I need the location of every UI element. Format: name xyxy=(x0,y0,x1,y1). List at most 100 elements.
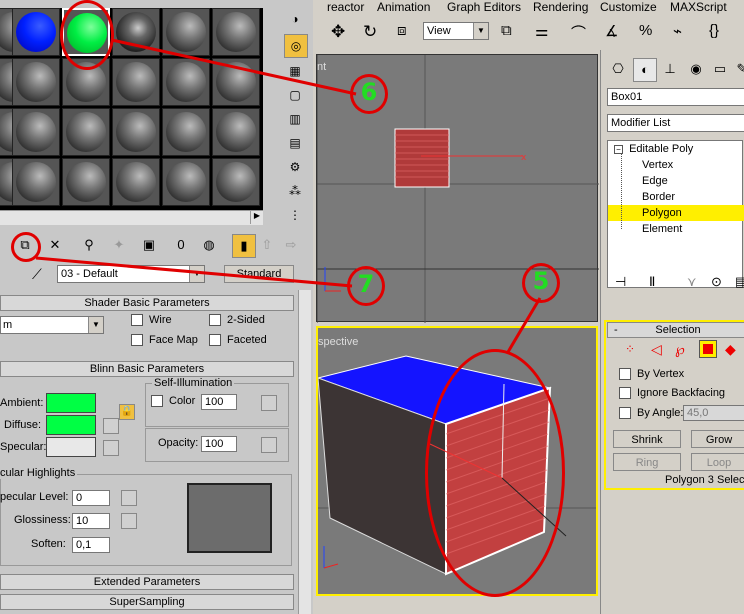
material-slot[interactable] xyxy=(112,108,160,156)
stack-item-border[interactable]: Border xyxy=(608,189,744,205)
stack-item-polygon[interactable]: Polygon xyxy=(608,205,744,221)
rollout-extended-parameters[interactable]: Extended Parameters xyxy=(0,574,294,590)
self-illum-map-button[interactable] xyxy=(261,395,277,411)
go-to-parent-icon[interactable]: ⇧ xyxy=(256,234,278,256)
material-slot[interactable] xyxy=(212,8,260,56)
remove-modifier-icon[interactable]: ⊙ xyxy=(711,274,722,290)
material-slot[interactable] xyxy=(12,58,60,106)
named-selection-icon[interactable]: {} xyxy=(709,22,719,39)
reference-coordinate-dropdown[interactable]: View ▼ xyxy=(423,22,489,40)
pick-material-icon[interactable]: ⟋ xyxy=(32,266,42,283)
show-end-result-icon[interactable]: Ⅱ xyxy=(649,274,655,290)
menu-customize[interactable]: Customize xyxy=(600,0,657,14)
lock-icon[interactable]: 🔒 xyxy=(119,404,135,420)
soften-value[interactable]: 0,1 xyxy=(72,537,110,553)
material-slot[interactable] xyxy=(212,108,260,156)
menu-animation[interactable]: Animation xyxy=(377,0,430,14)
configure-modifier-sets-icon[interactable]: ▤ xyxy=(735,274,744,290)
backlight-icon[interactable]: ◎ xyxy=(284,34,308,58)
rollout-shader-basic[interactable]: Shader Basic Parameters xyxy=(0,295,294,311)
material-slot[interactable] xyxy=(162,108,210,156)
glossiness-value[interactable]: 10 xyxy=(72,513,110,529)
material-slot[interactable] xyxy=(112,158,160,206)
scroll-right-arrow-icon[interactable]: ▶ xyxy=(250,211,263,224)
go-forward-sibling-icon[interactable]: ⇨ xyxy=(280,234,302,256)
face-map-checkbox[interactable]: Face Map xyxy=(131,334,198,347)
diffuse-map-button[interactable] xyxy=(103,418,119,434)
ambient-color-swatch[interactable] xyxy=(46,393,96,413)
pivot-center-icon[interactable]: ⧉ xyxy=(501,22,512,39)
material-slot[interactable] xyxy=(212,158,260,206)
material-slot[interactable] xyxy=(212,58,260,106)
material-slot[interactable] xyxy=(162,58,210,106)
material-slot[interactable] xyxy=(112,58,160,106)
move-icon[interactable]: ✥ xyxy=(331,22,345,42)
stack-item-vertex[interactable]: Vertex xyxy=(608,157,744,173)
options-icon[interactable]: ⚙ xyxy=(284,156,306,178)
stack-item-edge[interactable]: Edge xyxy=(608,173,744,189)
faceted-checkbox[interactable]: Faceted xyxy=(209,334,267,347)
material-type-button[interactable]: Standard xyxy=(224,265,294,283)
material-slot[interactable] xyxy=(12,158,60,206)
self-illum-color-checkbox[interactable]: Color xyxy=(151,395,195,408)
glossiness-map-button[interactable] xyxy=(121,513,137,529)
stack-item-element[interactable]: Element xyxy=(608,221,744,237)
show-map-in-viewport-icon[interactable]: ◍ xyxy=(198,234,220,256)
make-unique-icon[interactable]: ✦ xyxy=(108,234,130,256)
modify-tab-icon[interactable]: ◐ xyxy=(633,58,657,82)
chevron-down-icon[interactable]: ▼ xyxy=(189,266,204,282)
material-name-field[interactable]: 03 - Default ▼ xyxy=(57,265,205,283)
rollout-blinn-basic[interactable]: Blinn Basic Parameters xyxy=(0,361,294,377)
two-sided-checkbox[interactable]: 2-Sided xyxy=(209,314,265,327)
wire-checkbox[interactable]: Wire xyxy=(131,314,172,327)
shader-type-dropdown[interactable]: m ▼ xyxy=(0,316,104,334)
opacity-map-button[interactable] xyxy=(261,437,277,453)
specular-level-value[interactable]: 0 xyxy=(72,490,110,506)
pin-stack-icon[interactable]: ⊣ xyxy=(615,274,626,290)
make-copy-icon[interactable]: ⚲ xyxy=(78,234,100,256)
background-checker-icon[interactable]: ▦ xyxy=(284,60,306,82)
slots-scrollbar[interactable]: ▶ xyxy=(0,210,263,225)
material-slot-textured[interactable] xyxy=(112,8,160,56)
chevron-down-icon[interactable]: ▼ xyxy=(88,317,103,333)
opacity-value[interactable]: 100 xyxy=(201,436,237,452)
specular-color-swatch[interactable] xyxy=(46,437,96,457)
viewport-perspective-label[interactable]: spective xyxy=(318,336,358,348)
modifier-list-dropdown[interactable]: Modifier List xyxy=(607,114,744,132)
diffuse-color-swatch[interactable] xyxy=(46,415,96,435)
viewport-front-label[interactable]: nt xyxy=(317,61,326,73)
video-color-check-icon[interactable]: ▥ xyxy=(284,108,306,130)
display-tab-icon[interactable]: ▭ xyxy=(709,58,731,80)
material-id-channel[interactable]: 0 xyxy=(170,234,192,256)
material-slot[interactable] xyxy=(12,108,60,156)
rollout-supersampling[interactable]: SuperSampling xyxy=(0,594,294,610)
show-end-result-icon[interactable]: ▮ xyxy=(232,234,256,258)
stack-item-editable-poly[interactable]: − Editable Poly xyxy=(608,141,744,157)
material-slot[interactable] xyxy=(62,108,110,156)
motion-tab-icon[interactable]: ◉ xyxy=(685,58,707,80)
percent-snap-icon[interactable]: % xyxy=(639,22,652,39)
chevron-down-icon[interactable]: ▼ xyxy=(473,23,488,39)
sample-type-icon[interactable]: ◑ xyxy=(284,8,306,30)
make-unique-icon[interactable]: ⋎ xyxy=(687,274,697,290)
material-slot[interactable] xyxy=(162,158,210,206)
create-tab-icon[interactable]: ⎔ xyxy=(607,58,629,80)
scale-icon[interactable]: ⧈ xyxy=(397,22,407,39)
material-params-scrollbar[interactable] xyxy=(298,290,311,614)
spinner-snap-icon[interactable]: ⌁ xyxy=(673,22,682,40)
object-name-field[interactable]: Box01 xyxy=(607,88,744,106)
specular-map-button[interactable] xyxy=(103,440,119,456)
hierarchy-tab-icon[interactable]: ⊥ xyxy=(659,58,681,80)
self-illum-value[interactable]: 100 xyxy=(201,394,237,410)
mirror-icon[interactable]: ▕ xyxy=(735,22,744,40)
rotate-icon[interactable]: ↻ xyxy=(363,22,377,42)
put-to-library-icon[interactable]: ▣ xyxy=(138,234,160,256)
sample-uv-tiling-icon[interactable]: ▢ xyxy=(284,84,306,106)
make-preview-icon[interactable]: ▤ xyxy=(284,132,306,154)
material-slot[interactable] xyxy=(162,8,210,56)
specular-level-map-button[interactable] xyxy=(121,490,137,506)
menu-maxscript[interactable]: MAXScript xyxy=(670,0,727,14)
reset-map-icon[interactable]: ✕ xyxy=(44,234,66,256)
material-slot[interactable] xyxy=(62,158,110,206)
angle-snap-icon[interactable]: ∡ xyxy=(605,22,618,40)
